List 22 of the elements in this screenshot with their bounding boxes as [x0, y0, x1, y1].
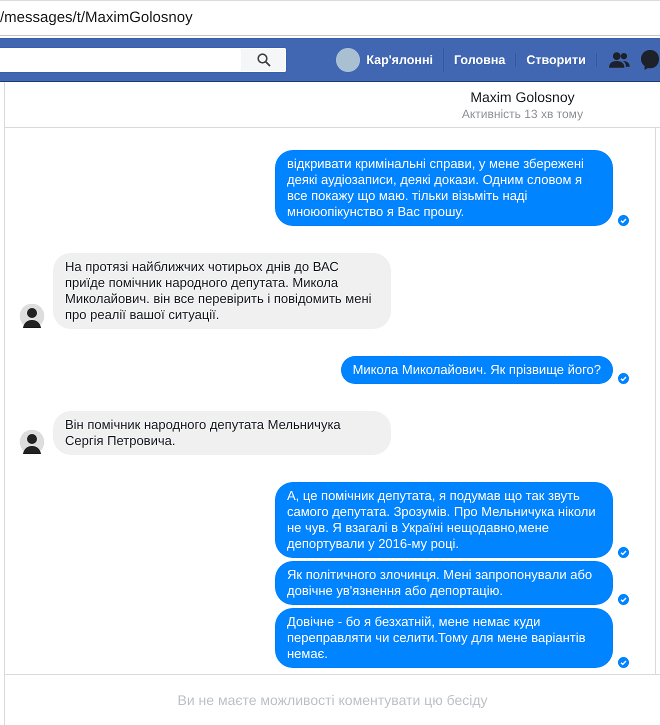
profile-name[interactable]: Кар'ялонні — [366, 52, 433, 66]
message-bubble: Як політичного злочинця. Мені запропонували або довічне ув'язнення або депортацію. — [275, 561, 613, 605]
search-field[interactable] — [0, 48, 286, 72]
contact-avatar[interactable] — [19, 429, 45, 455]
message-bubble: відкривати кримінальні справи, у мене збережені деякі аудіозаписи, деякі докази. Одним словом я все покажу що маю. тільки візьміть наді мноюопікунство я Вас прошу. — [275, 150, 613, 226]
contact-avatar[interactable] — [19, 303, 45, 329]
message-bubble: На протязі найближчих чотирьох днів до ВАС приїде помічник народного депутата. Микола Миколайович. він все перевірить і повідомить мені про реалії вашої ситуації. — [53, 253, 391, 329]
nav-link[interactable]: Створити — [516, 52, 597, 66]
search-icon — [256, 52, 271, 66]
message-bubble: Довічне - бо я безхатній, мене немає куди переправляти чи селити.Тому для мене варіантів немає. — [275, 608, 613, 668]
address-url[interactable]: /messages/t/MaximGolosnoy — [0, 1, 660, 26]
message-bubble: Він помічник народного депутата Мельничука Сергія Петровича. — [53, 411, 391, 455]
composer-disabled-notice: Ви не маєте можливості коментувати цю бесіду — [177, 692, 488, 708]
message-bubble: А, це помічник депутата, я подумав що так звуть самого депутата. Зрозумів. Про Мельничука ніколи не чув. Я взагалі в Україні нещодавно,мене депортували у 2016-му році. — [275, 482, 613, 558]
message-bubble: Микола Миколайович. Як прізвище його? — [340, 356, 613, 384]
search-button[interactable] — [241, 48, 286, 72]
chat-bubble-icon[interactable] — [640, 48, 660, 70]
nav-link[interactable]: Головна — [444, 52, 516, 66]
contact-name: Maxim Golosnoy — [470, 88, 575, 104]
friends-icon[interactable] — [608, 50, 630, 68]
profile-avatar[interactable] — [336, 48, 360, 72]
activity-status: Активність 13 хв тому — [462, 106, 584, 120]
